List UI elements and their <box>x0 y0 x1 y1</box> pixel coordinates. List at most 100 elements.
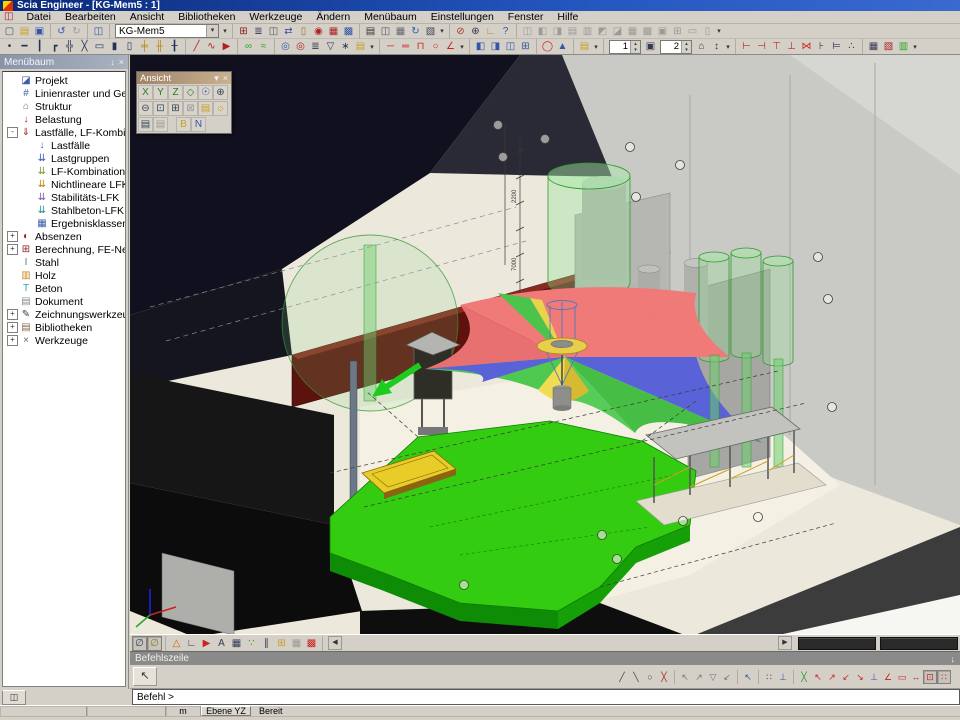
print-more[interactable]: ▾ <box>438 27 446 35</box>
zoom-selection-button[interactable]: ⊠ <box>183 101 198 116</box>
view-template-10-button[interactable]: ▣ <box>655 24 670 39</box>
zoom-in-button[interactable]: ⊕ <box>213 85 228 100</box>
draw-polyline-button[interactable]: ╱ <box>189 39 204 54</box>
snap-midpoint-button[interactable]: ╳ <box>797 670 811 684</box>
snap-endpoint-button[interactable]: ↖ <box>811 670 825 684</box>
chart-button[interactable]: ▥ <box>896 39 911 54</box>
tree-expander[interactable]: + <box>7 335 18 346</box>
beam-axes-button[interactable]: ∥ <box>259 636 274 651</box>
tree-item-projekt[interactable]: ◪Projekt <box>3 74 125 87</box>
select-more[interactable]: ▾ <box>368 43 376 51</box>
open-button[interactable]: ▤ <box>17 24 32 39</box>
clipboard-button[interactable]: ▯ <box>296 24 311 39</box>
command-input[interactable] <box>132 689 960 705</box>
snap-grid-point-button[interactable]: ⊡ <box>923 670 937 684</box>
tree-item-belastung[interactable]: ↓Belastung <box>3 113 125 126</box>
print-preview-button[interactable]: ◫ <box>378 24 393 39</box>
paste-button[interactable]: ⇄ <box>281 24 296 39</box>
tree-expander[interactable]: + <box>7 244 18 255</box>
print-button[interactable]: ▤ <box>363 24 378 39</box>
observer-view-button[interactable]: ☉ <box>198 85 213 100</box>
snap-raster-button[interactable]: ∷ <box>937 670 951 684</box>
command-pin-icon[interactable]: ↓ <box>951 654 956 664</box>
menu-item-men-baum[interactable]: Menübaum <box>357 11 424 23</box>
calculation-wheel-button[interactable]: ◉ <box>311 24 326 39</box>
connect-members-button[interactable]: ╫ <box>152 39 167 54</box>
search-blue-button[interactable]: ◎ <box>278 39 293 54</box>
tree-item-nichtlineare-lfk[interactable]: ⇊Nichtlineare LFK <box>3 178 125 191</box>
snap-edge-button[interactable]: ▭ <box>895 670 909 684</box>
chain-select-button[interactable]: ≈ <box>256 39 271 54</box>
library-folder-button[interactable]: ▤ <box>353 39 368 54</box>
active-layer-spinner[interactable]: 2▴▾ <box>660 40 692 54</box>
tree-item-stabilit-ts-lfk[interactable]: ⇊Stabilitäts-LFK <box>3 191 125 204</box>
active-layer-spinner-down[interactable]: ▾ <box>682 47 691 53</box>
dock-tab-button[interactable]: ◫ <box>2 690 26 705</box>
tree-item-stahlbeton-lfk[interactable]: ⇊Stahlbeton-LFK <box>3 204 125 217</box>
tree-item-lf-kombinationen[interactable]: ⇊LF-Kombinationen <box>3 165 125 178</box>
package-button[interactable]: ▦ <box>393 24 408 39</box>
cursor-mode-button[interactable]: ↖ <box>133 667 157 686</box>
view-template-12-button[interactable]: ▭ <box>685 24 700 39</box>
roof-plane-button[interactable]: ⌂ <box>694 39 709 54</box>
support-free-button[interactable]: ⊥ <box>784 39 799 54</box>
active-layer-spinner-value[interactable]: 2 <box>661 41 681 52</box>
view-folder-button[interactable]: ▤ <box>198 101 213 116</box>
draw-circle-snap-button[interactable]: ○ <box>643 670 657 684</box>
insert-beam-button[interactable]: ━ <box>17 39 32 54</box>
coord-system-button[interactable]: ∟ <box>184 636 199 651</box>
clipboard-b-button[interactable]: B <box>176 117 191 132</box>
palette-close-icon[interactable]: × <box>223 73 228 83</box>
draw-parallel-button[interactable]: ═ <box>398 39 413 54</box>
tree-item-bibliotheken[interactable]: +▤Bibliotheken <box>3 321 125 334</box>
stamp-button[interactable]: ▣ <box>643 39 658 54</box>
tension-only-button[interactable]: ⊨ <box>829 39 844 54</box>
support-fixed-button[interactable]: ⊢ <box>739 39 754 54</box>
erase-snap-button[interactable]: ╳ <box>657 670 671 684</box>
view-template-11-button[interactable]: ⊞ <box>670 24 685 39</box>
view-template-7-button[interactable]: ◪ <box>610 24 625 39</box>
zoom-out-button[interactable]: ⊖ <box>138 101 153 116</box>
menu-item-einstellungen[interactable]: Einstellungen <box>424 11 501 23</box>
tree-item-zeichnungswerkzeuge[interactable]: +✎Zeichnungswerkzeuge <box>3 308 125 321</box>
person-scale-button[interactable]: ↕ <box>709 39 724 54</box>
link-button[interactable]: ⊘ <box>453 24 468 39</box>
view-copy-1-button[interactable]: ◧ <box>473 39 488 54</box>
report-export-button[interactable]: ▧ <box>881 39 896 54</box>
intersect-members-button[interactable]: ╂ <box>167 39 182 54</box>
refresh-button[interactable]: ↻ <box>408 24 423 39</box>
link-nodes-button[interactable]: ∞ <box>241 39 256 54</box>
select-node-button[interactable]: ↖ <box>678 670 692 684</box>
dot-grid-button[interactable]: ∷ <box>762 670 776 684</box>
grid-snap-button[interactable]: ▩ <box>304 636 319 651</box>
menu-item-werkzeuge[interactable]: Werkzeuge <box>242 11 309 23</box>
modify-curve-button[interactable]: ∿ <box>204 39 219 54</box>
insert-truss-button[interactable]: ╳ <box>77 39 92 54</box>
scale-more[interactable]: ▾ <box>724 43 732 51</box>
axo-camera-button[interactable]: △ <box>169 636 184 651</box>
clip-section-button[interactable]: ∅ <box>147 636 162 651</box>
tree-expander[interactable]: - <box>7 127 18 138</box>
view-template-5-button[interactable]: ▥ <box>580 24 595 39</box>
draw-more[interactable]: ▾ <box>458 43 466 51</box>
tree-item-lastgruppen[interactable]: ⇊Lastgruppen <box>3 152 125 165</box>
hidden-lines-button[interactable]: ▦ <box>289 636 304 651</box>
view-x-button[interactable]: X <box>138 85 153 100</box>
draw-poly-snap-button[interactable]: ╲ <box>629 670 643 684</box>
tree-item-struktur[interactable]: ⌂Struktur <box>3 100 125 113</box>
scroll-left-button[interactable]: ◀ <box>328 636 342 650</box>
light-button[interactable]: ☼ <box>213 101 228 116</box>
activity-combo-arrow[interactable]: ▾ <box>206 25 218 37</box>
snap-angle-button[interactable]: ∠ <box>881 670 895 684</box>
view-template-13-button[interactable]: ▯ <box>700 24 715 39</box>
tree-item-linienraster-und-geschosse[interactable]: #Linienraster und Geschosse <box>3 87 125 100</box>
insert-plate-button[interactable]: ▭ <box>92 39 107 54</box>
working-plane-button[interactable]: ▲ <box>555 39 570 54</box>
select-ellipse-button[interactable]: ◯ <box>540 39 555 54</box>
palette-collapse-icon[interactable]: ▾ <box>214 73 219 84</box>
tree-item-berechnung-fe-netz[interactable]: +⊞Berechnung, FE-Netz <box>3 243 125 256</box>
deselect-button[interactable]: ▽ <box>706 670 720 684</box>
view-template-2-button[interactable]: ◧ <box>535 24 550 39</box>
lasso-select-button[interactable]: ↙ <box>720 670 734 684</box>
axonometric-view-button[interactable]: ◇ <box>183 85 198 100</box>
